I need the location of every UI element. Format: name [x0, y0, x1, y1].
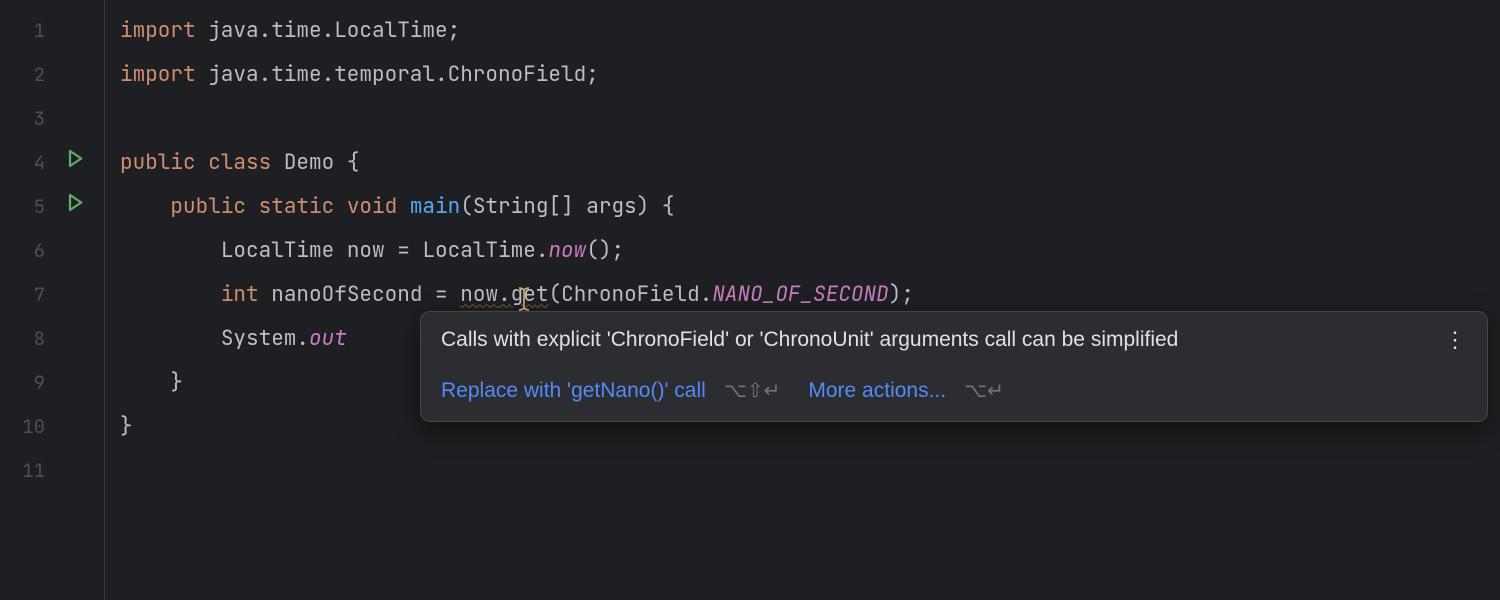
line-number: 11: [0, 458, 55, 483]
indent: [120, 281, 221, 308]
method-name: main: [397, 193, 460, 220]
gutter-row: 3: [0, 96, 104, 140]
constant: NANO_OF_SECOND: [712, 281, 888, 308]
line-number: 5: [0, 194, 55, 219]
var: now: [347, 237, 385, 264]
code-line[interactable]: int nanoOfSecond = now.get(ChronoField.N…: [120, 272, 1500, 316]
code-editor: 1 2 3 4 5 6 7 8 9: [0, 0, 1500, 600]
shortcut-label: ⌥⇧↵: [724, 378, 781, 403]
class-ref: System: [221, 325, 297, 352]
gutter-row: 4: [0, 140, 104, 184]
punct: =: [385, 237, 423, 264]
static-method: now: [548, 237, 586, 264]
code-line[interactable]: import java.time.LocalTime;: [120, 8, 1500, 52]
param: args: [586, 193, 636, 220]
quick-fix-link[interactable]: Replace with 'getNano()' call: [441, 379, 706, 403]
code-text: java.time.temporal.ChronoField;: [196, 61, 599, 88]
brace: {: [334, 149, 359, 176]
code-line[interactable]: [120, 96, 1500, 140]
gutter-row: 9: [0, 360, 104, 404]
punct: =: [422, 281, 460, 308]
code-text: java.time.LocalTime;: [196, 17, 461, 44]
line-number: 4: [0, 150, 55, 175]
more-icon[interactable]: ⋮: [1444, 335, 1467, 345]
line-number: 7: [0, 282, 55, 307]
keyword: public: [120, 149, 196, 176]
keyword: int: [221, 281, 259, 308]
object-ref: now: [460, 281, 498, 308]
type: String: [473, 193, 549, 220]
more-actions-link[interactable]: More actions...: [808, 379, 946, 403]
indent: [120, 237, 221, 264]
punct: (: [460, 193, 473, 220]
keyword: void: [334, 193, 397, 220]
gutter-row: 1: [0, 8, 104, 52]
code-line[interactable]: public class Demo {: [120, 140, 1500, 184]
punct: );: [889, 281, 914, 308]
indent: [120, 325, 221, 352]
gutter-row: 5: [0, 184, 104, 228]
punct: (: [549, 281, 562, 308]
gutter-row: 11: [0, 448, 104, 492]
line-number: 8: [0, 326, 55, 351]
punct: .: [296, 325, 309, 352]
punct: ();: [586, 237, 624, 264]
type: LocalTime: [221, 237, 347, 264]
punct: .: [536, 237, 549, 264]
punct: .: [700, 281, 713, 308]
code-line[interactable]: import java.time.temporal.ChronoField;: [120, 52, 1500, 96]
tooltip-header: Calls with explicit 'ChronoField' or 'Ch…: [441, 328, 1467, 352]
gutter: 1 2 3 4 5 6 7 8 9: [0, 0, 105, 600]
code-line[interactable]: LocalTime now = LocalTime.now();: [120, 228, 1500, 272]
keyword: static: [246, 193, 334, 220]
line-number: 9: [0, 370, 55, 395]
gutter-row: 10: [0, 404, 104, 448]
gutter-row: 2: [0, 52, 104, 96]
line-number: 10: [0, 414, 55, 439]
inspection-tooltip: Calls with explicit 'ChronoField' or 'Ch…: [420, 311, 1488, 422]
gutter-row: 6: [0, 228, 104, 272]
tooltip-action-group: More actions... ⌥↵: [808, 378, 1004, 403]
keyword: import: [120, 61, 196, 88]
gutter-row: 7: [0, 272, 104, 316]
keyword: import: [120, 17, 196, 44]
code-line[interactable]: [120, 448, 1500, 492]
var: nanoOfSecond: [259, 281, 423, 308]
code-line[interactable]: public static void main(String[] args) {: [120, 184, 1500, 228]
class-name: Demo: [271, 149, 334, 176]
punct: ) {: [637, 193, 675, 220]
brace: }: [120, 413, 133, 440]
line-number: 6: [0, 238, 55, 263]
keyword: public: [170, 193, 246, 220]
gutter-row: 8: [0, 316, 104, 360]
line-number: 2: [0, 62, 55, 87]
shortcut-label: ⌥↵: [964, 378, 1004, 403]
class-ref: ChronoField: [561, 281, 700, 308]
punct: []: [548, 193, 586, 220]
indent: [120, 369, 170, 396]
brace: }: [170, 369, 183, 396]
method-call: t: [536, 281, 549, 308]
keyword: class: [196, 149, 272, 176]
code-area[interactable]: import java.time.LocalTime; import java.…: [105, 0, 1500, 600]
indent: [120, 193, 170, 220]
tooltip-action-group: Replace with 'getNano()' call ⌥⇧↵: [441, 378, 780, 403]
line-number: 3: [0, 106, 55, 131]
class-ref: LocalTime: [422, 237, 535, 264]
static-field: out: [309, 325, 347, 352]
run-icon[interactable]: [65, 149, 85, 176]
line-number: 1: [0, 18, 55, 43]
tooltip-actions: Replace with 'getNano()' call ⌥⇧↵ More a…: [441, 378, 1467, 403]
tooltip-title: Calls with explicit 'ChronoField' or 'Ch…: [441, 328, 1178, 352]
punct: .: [498, 281, 511, 308]
run-icon[interactable]: [65, 193, 85, 220]
